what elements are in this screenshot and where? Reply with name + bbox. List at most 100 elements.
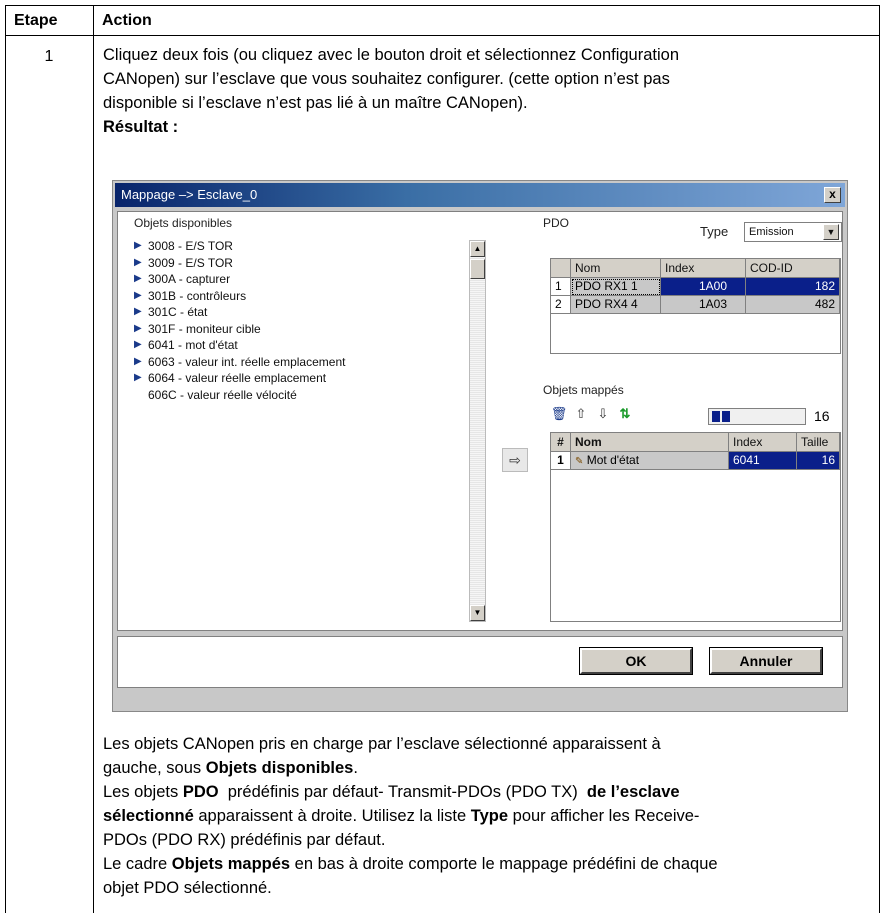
object-code: 301C: [148, 305, 177, 319]
mapped-size-value: 16: [814, 408, 830, 424]
object-code: 6063: [148, 354, 175, 369]
objects-scrollbar[interactable]: ▲ ▼: [469, 240, 486, 622]
object-code: 300A: [148, 272, 176, 286]
pdo-row-index: 1A03: [661, 296, 746, 314]
progress-fill: [712, 411, 730, 422]
procedure-table: Etape Action 1 Cliquez deux fois (ou cli…: [5, 5, 880, 913]
list-item[interactable]: ▶ 301B - contrôleurs: [132, 288, 472, 305]
pdo-row-num: 1: [551, 278, 571, 296]
arrow-down-icon[interactable]: ⇩: [594, 405, 612, 423]
available-objects-label: Objets disponibles: [134, 216, 233, 230]
text-span: Les objets: [103, 783, 183, 801]
table-border-right: [879, 5, 880, 913]
chevron-down-icon[interactable]: ▼: [823, 224, 839, 240]
mapped-header-taille[interactable]: Taille: [797, 433, 840, 452]
list-item[interactable]: ▶ 3009 - E/S TOR: [132, 255, 472, 272]
list-item[interactable]: ▶ 6063 - valeur int. réelle emplacement: [132, 354, 472, 371]
pdo-header-rownum: [551, 259, 571, 278]
explanation-line-6: Le cadre Objets mappés en bas à droite c…: [103, 852, 873, 876]
text-bold: PDO: [182, 783, 219, 801]
result-label: Résultat :: [103, 118, 179, 136]
scroll-up-button[interactable]: ▲: [470, 241, 485, 257]
ok-button[interactable]: OK: [579, 647, 693, 675]
mapped-row-index: 6041: [729, 452, 797, 470]
dialog-title: Mappage –> Esclave_0: [121, 187, 258, 202]
expand-arrow-icon[interactable]: ▶: [134, 321, 142, 338]
expand-arrow-icon[interactable]: ▶: [134, 238, 142, 255]
list-item[interactable]: ▶ 301C - état: [132, 304, 472, 321]
object-description: - valeur réelle emplacement: [178, 371, 327, 385]
pdo-row-index: 1A00: [661, 278, 746, 296]
pdo-label: PDO: [543, 216, 570, 230]
mapped-header-num[interactable]: #: [551, 433, 571, 452]
header-step: Etape: [14, 12, 58, 29]
arrow-up-icon[interactable]: ⇧: [572, 405, 590, 423]
header-action: Action: [102, 12, 152, 29]
pdo-header-index[interactable]: Index: [661, 259, 746, 278]
edit-icon: ✎: [575, 456, 584, 467]
object-code: 301F: [148, 321, 176, 336]
explanation-paragraph: Les objets CANopen pris en charge par l’…: [103, 732, 873, 900]
intro-line-2: CANopen) sur l’esclave que vous souhaite…: [103, 70, 670, 88]
expand-arrow-icon[interactable]: ▶: [134, 370, 142, 387]
table-header-row: Etape Action: [5, 5, 880, 36]
table-border-left: [5, 5, 6, 913]
refresh-icon[interactable]: ⇅: [616, 405, 634, 423]
text-span: .: [353, 759, 358, 777]
list-item[interactable]: 606C - valeur réelle vélocité: [132, 387, 472, 404]
object-description: - E/S TOR: [178, 255, 233, 270]
mapped-header-nom[interactable]: Nom: [571, 433, 729, 452]
add-mapping-arrow-icon[interactable]: ⇨: [502, 448, 528, 472]
expand-arrow-icon[interactable]: ▶: [134, 255, 142, 272]
object-code: 6041: [148, 338, 175, 352]
type-select[interactable]: Emission ▼: [744, 222, 842, 242]
pdo-row-nom: PDO RX1 1: [571, 278, 661, 296]
text-bold: Type: [470, 807, 509, 825]
list-item[interactable]: ▶ 300A - capturer: [132, 271, 472, 288]
explanation-line-4: sélectionné apparaissent à droite. Utili…: [103, 804, 873, 828]
object-code: 606C: [148, 387, 177, 402]
object-code: 3009: [148, 255, 175, 270]
dialog-button-bar: OK Annuler: [117, 636, 843, 688]
available-objects-list: ▶ 3008 - E/S TOR ▶ 3009 - E/S TOR ▶ 300A - ca…: [132, 238, 472, 403]
pdo-row-num: 2: [551, 296, 571, 314]
pdo-row-cod: 182: [746, 278, 840, 296]
step-number: 1: [44, 48, 54, 65]
text-span: en bas à droite comporte le mappage préd…: [290, 855, 718, 873]
dialog-titlebar: Mappage –> Esclave_0 x: [115, 183, 845, 207]
pdo-row-nom: PDO RX4 4: [571, 296, 661, 314]
close-button[interactable]: x: [824, 187, 841, 203]
pdo-row-cod: 482: [746, 296, 840, 314]
scroll-down-button[interactable]: ▼: [470, 605, 485, 621]
explanation-line-1: Les objets CANopen pris en charge par l’…: [103, 735, 661, 753]
list-item[interactable]: ▶ 6064 - valeur réelle emplacement: [132, 370, 472, 387]
list-item[interactable]: ▶ 301F - moniteur cible: [132, 321, 472, 338]
mapping-dialog: Mappage –> Esclave_0 x Objets disponible…: [112, 180, 848, 712]
type-label: Type: [700, 224, 729, 239]
scroll-thumb[interactable]: [470, 259, 485, 279]
expand-arrow-icon[interactable]: ▶: [134, 354, 142, 371]
object-code: 3008: [148, 239, 175, 253]
object-description: - état: [180, 305, 208, 319]
text-span: gauche, sous: [103, 759, 206, 777]
pdo-header-nom[interactable]: Nom: [571, 259, 661, 278]
intro-paragraph: Cliquez deux fois (ou cliquez avec le bo…: [103, 43, 873, 139]
cancel-button[interactable]: Annuler: [709, 647, 823, 675]
type-selected-value: Emission: [749, 226, 794, 238]
object-description: - contrôleurs: [179, 288, 247, 303]
mapped-header-index[interactable]: Index: [729, 433, 797, 452]
expand-arrow-icon[interactable]: ▶: [134, 271, 142, 288]
text-span: Le cadre: [103, 855, 172, 873]
text-span: prédéfinis par défaut- Transmit-PDOs (PD…: [218, 783, 587, 801]
expand-arrow-icon[interactable]: ▶: [134, 304, 142, 321]
expand-arrow-icon[interactable]: ▶: [134, 288, 142, 305]
pdo-header-cod[interactable]: COD-ID: [746, 259, 840, 278]
expand-arrow-icon[interactable]: ▶: [134, 337, 142, 354]
trash-icon[interactable]: 🗑: [550, 405, 568, 423]
object-description: - mot d'état: [178, 338, 238, 352]
list-item[interactable]: ▶ 6041 - mot d'état: [132, 337, 472, 354]
text-bold: Objets disponibles: [205, 759, 354, 777]
explanation-line-5: PDOs (PDO RX) prédéfinis par défaut.: [103, 831, 386, 849]
list-item[interactable]: ▶ 3008 - E/S TOR: [132, 238, 472, 255]
object-description: - valeur int. réelle emplacement: [178, 354, 346, 369]
